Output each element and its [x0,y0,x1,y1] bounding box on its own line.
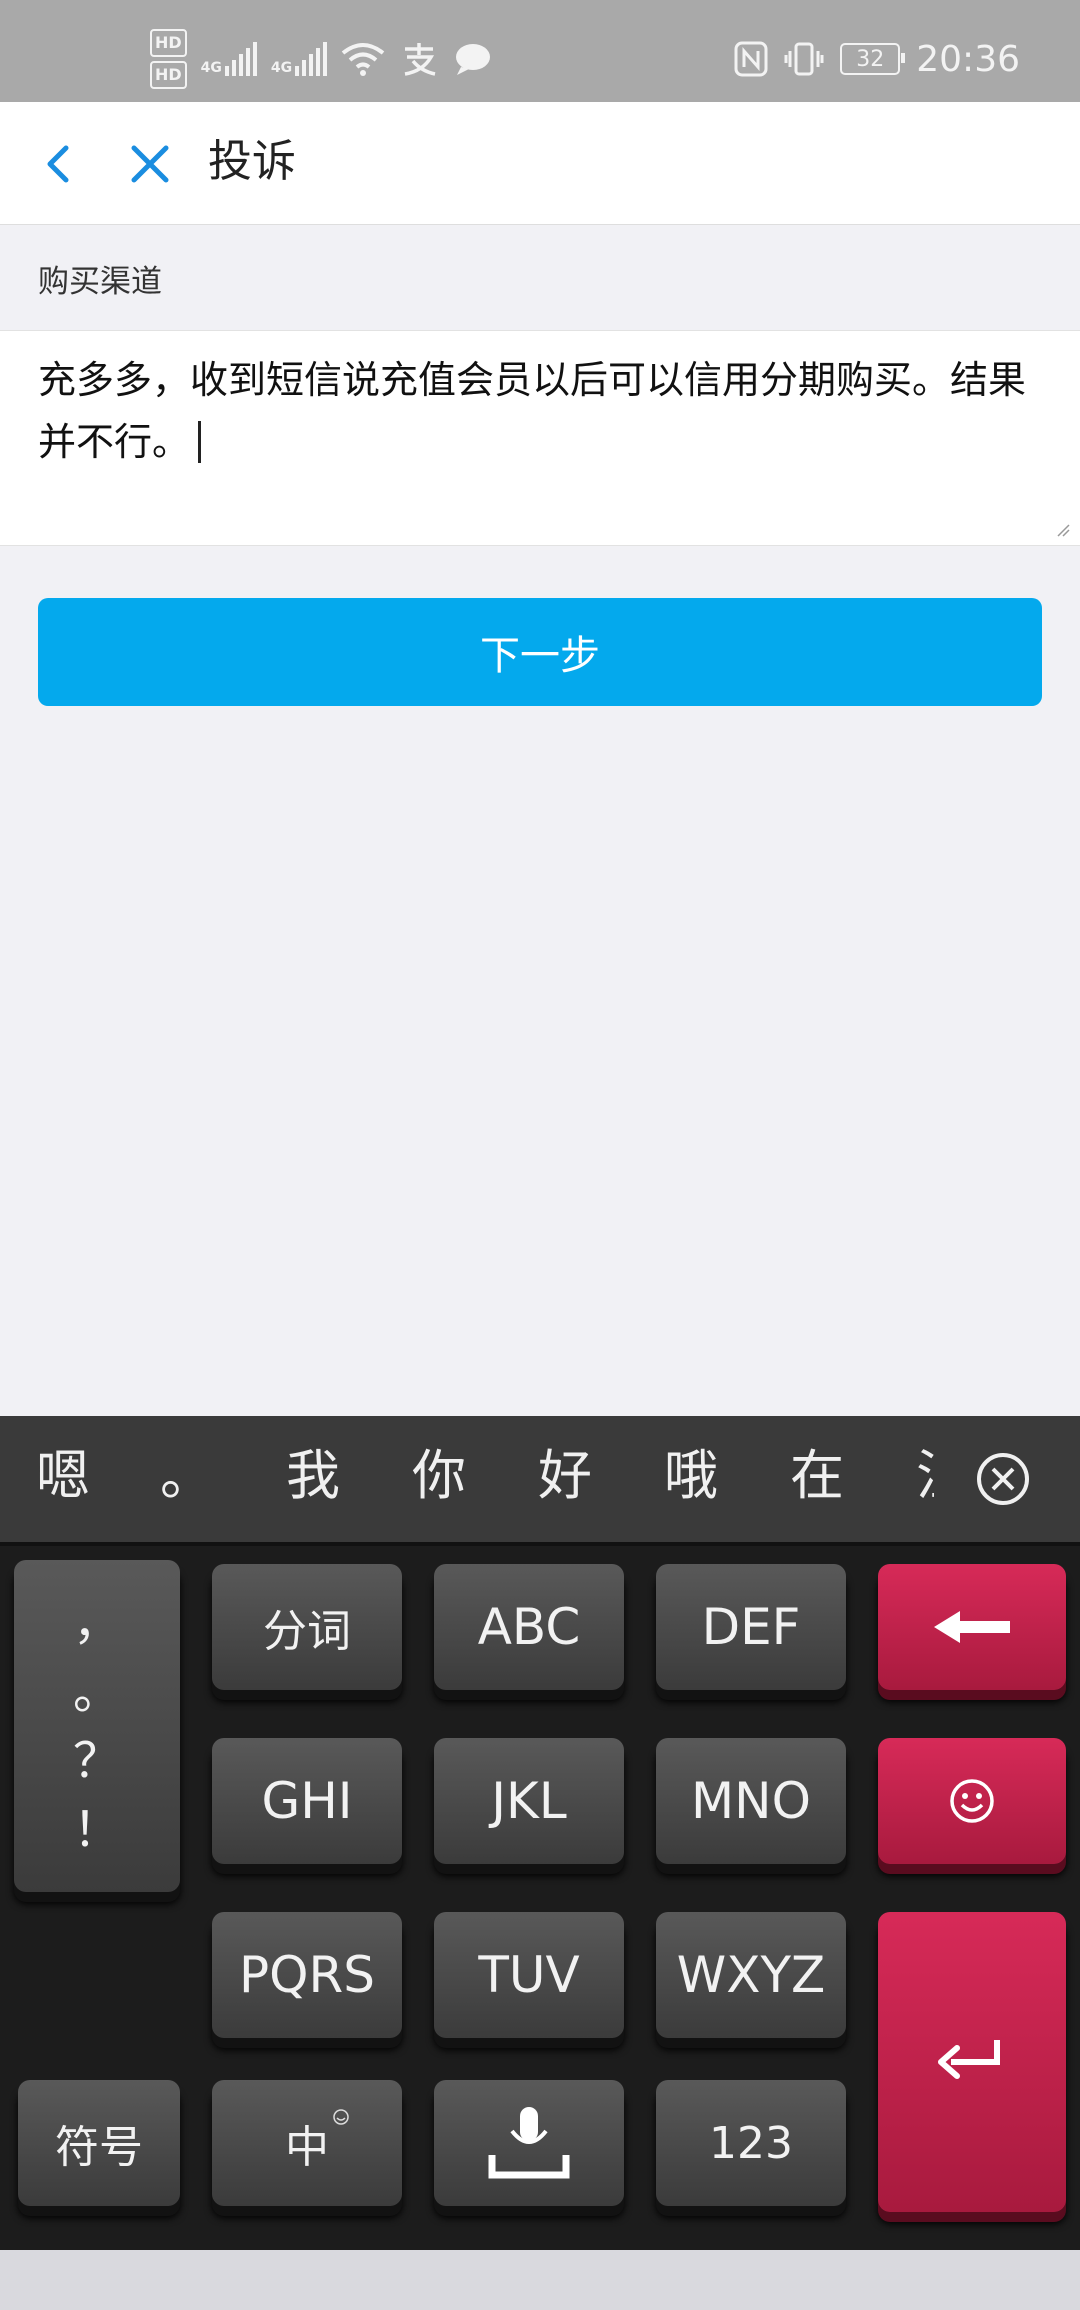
backspace-key[interactable] [878,1564,1066,1690]
ghi-key[interactable]: GHI [212,1738,402,1864]
mno-key[interactable]: MNO [656,1738,846,1864]
hd-label-2: HD [150,61,187,89]
close-candidates-icon[interactable] [976,1452,1030,1506]
punctuation-key[interactable]: ， 。 ？ ！ [14,1560,180,1892]
punct-question: ？ [72,1732,121,1789]
page-title: 投诉 [208,136,296,187]
microphone-icon [488,2107,570,2179]
jkl-key[interactable]: JKL [434,1738,624,1864]
text-cursor [198,421,202,463]
tuv-key[interactable]: TUV [434,1912,624,2038]
enter-icon [938,2040,1000,2079]
candidate-item[interactable]: 在 [790,1440,844,1512]
pqrs-key[interactable]: PQRS [212,1912,402,2038]
resize-handle-icon[interactable] [1056,523,1070,537]
language-key-label: 中 [285,2122,329,2173]
clock: 20:36 [916,38,1020,80]
next-step-button[interactable]: 下一步 [38,598,1042,706]
battery-level: 32 [856,46,885,72]
alipay-icon [404,43,436,76]
message-icon [456,44,491,75]
complaint-textarea[interactable]: 充多多，收到短信说充值会员以后可以信用分期购买。结果并不行。 [0,330,1080,546]
candidate-item[interactable]: 嗯 [36,1440,90,1512]
battery-icon: 32 [840,43,906,75]
candidate-bar: 嗯 。 我 你 好 哦 在 注 [0,1416,1080,1546]
network-type-2: 4G [270,60,293,76]
fenci-key[interactable]: 分词 [212,1564,402,1690]
mini-smiley-icon [333,2109,349,2125]
back-arrow-icon[interactable] [34,138,86,190]
space-voice-key[interactable] [434,2080,624,2206]
candidate-item[interactable]: 注 [916,1440,934,1512]
hd-icon: HD HD [150,27,187,91]
candidate-item[interactable]: 。 [160,1440,214,1512]
emoji-key[interactable] [878,1738,1066,1864]
purchase-channel-label: 购买渠道 [38,264,162,300]
abc-key[interactable]: ABC [434,1564,624,1690]
network-type-1: 4G [200,60,222,76]
wxyz-key[interactable]: WXYZ [656,1912,846,2038]
punct-period: 。 [72,1663,121,1720]
enter-key[interactable] [878,1912,1066,2212]
status-left: HD HD 4G 4G [150,28,493,90]
backspace-icon [934,1611,1010,1643]
signal-icon-1: 4G [201,42,257,76]
punct-exclaim: ！ [72,1801,121,1858]
textarea-value: 充多多，收到短信说充值会员以后可以信用分期购买。结果并不行。 [38,358,1027,464]
close-icon[interactable] [124,138,176,190]
punct-comma: ， [72,1594,121,1651]
status-bar: HD HD 4G 4G 32 20:36 [0,0,1080,102]
language-key[interactable]: 中 [212,2080,402,2206]
candidate-item[interactable]: 好 [538,1440,592,1512]
ime-keyboard: 嗯 。 我 你 好 哦 在 注 ， 。 ？ ！ 分词 ABC DEF GHI J… [0,1416,1080,2250]
symbol-key[interactable]: 符号 [18,2080,180,2206]
textarea-content[interactable]: 充多多，收到短信说充值会员以后可以信用分期购买。结果并不行。 [38,349,1048,473]
candidate-item[interactable]: 你 [412,1440,466,1512]
number-key[interactable]: 123 [656,2080,846,2206]
candidate-item[interactable]: 我 [286,1440,340,1512]
top-nav-bar: 投诉 [0,102,1080,225]
hd-label-1: HD [150,29,187,57]
def-key[interactable]: DEF [656,1564,846,1690]
candidate-item[interactable]: 哦 [664,1440,718,1512]
signal-icon-2: 4G [270,42,328,76]
smiley-icon [950,1779,994,1823]
vibrate-icon [784,42,824,76]
nfc-icon [734,41,768,77]
wifi-icon [341,43,385,76]
status-right: 32 20:36 [734,28,1020,90]
bottom-nav-bar [0,2250,1080,2310]
